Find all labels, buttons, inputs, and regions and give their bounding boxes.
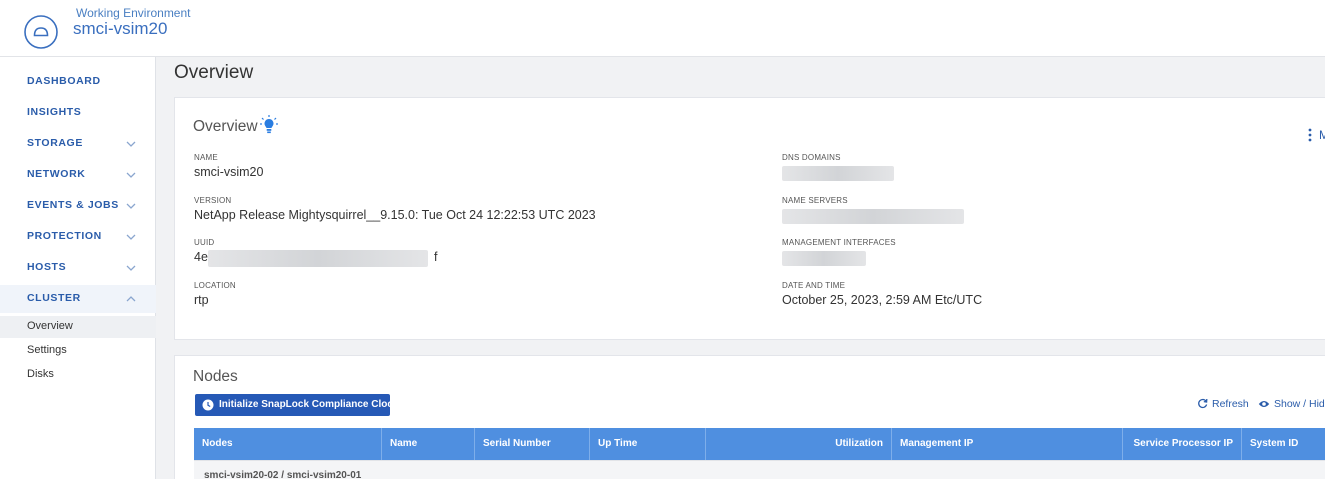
sidebar-item-insights[interactable]: INSIGHTS [0,99,156,127]
name-servers-label: NAME SERVERS [782,196,848,205]
sidebar-item-label: NETWORK [27,168,86,180]
page-title: Overview [174,62,254,83]
working-environment-label: Working Environment [76,6,191,20]
table-row[interactable]: smci-vsim20-02 / smci-vsim20-01 [194,460,1325,479]
column-header-utilization[interactable]: Utilization [706,428,892,460]
version-label: VERSION [194,196,232,205]
location-label: LOCATION [194,281,236,290]
sidebar-subitem-settings[interactable]: Settings [0,340,156,362]
refresh-button[interactable]: Refresh [1197,398,1249,410]
nodes-title: Nodes [193,368,238,385]
nodes-panel: Nodes Initialize SnapLock Compliance Clo… [174,355,1325,479]
sidebar-subitem-disks[interactable]: Disks [0,364,156,386]
chevron-down-icon [126,203,136,209]
overview-title: Overview [193,118,258,135]
name-value: smci-vsim20 [194,165,264,179]
column-header-management-ip[interactable]: Management IP [892,428,1123,460]
sidebar-item-cluster[interactable]: CLUSTER [0,285,156,313]
lightbulb-icon[interactable] [259,114,279,136]
sidebar-subitem-label: Disks [27,368,54,380]
initialize-snaplock-label: Initialize SnapLock Compliance Clock [219,399,399,410]
clock-icon [202,399,214,411]
refresh-icon [1198,398,1208,409]
node-name-cell: smci-vsim20-02 / smci-vsim20-01 [204,470,362,479]
sidebar-item-label: INSIGHTS [27,106,82,118]
column-header-up-time[interactable]: Up Time [590,428,706,460]
uuid-label: UUID [194,238,215,247]
uuid-redacted [208,250,428,267]
sidebar-subitem-overview[interactable]: Overview [0,316,156,338]
date-time-label: DATE AND TIME [782,281,846,290]
version-value: NetApp Release Mightysquirrel__9.15.0: T… [194,208,596,222]
sidebar-item-dashboard[interactable]: DASHBOARD [0,68,156,96]
working-environment-icon[interactable] [22,13,60,51]
sidebar-item-label: STORAGE [27,137,83,149]
sidebar-item-network[interactable]: NETWORK [0,161,156,189]
column-header-nodes[interactable]: Nodes [194,428,382,460]
eye-icon [1258,401,1270,407]
chevron-up-icon [126,296,136,302]
chevron-down-icon [126,172,136,178]
chevron-down-icon [126,141,136,147]
chevron-down-icon [126,265,136,271]
show-hide-button[interactable]: Show / Hide [1258,398,1325,410]
chevron-down-icon [126,234,136,240]
name-servers-redacted [782,209,964,224]
more-options-icon[interactable] [1307,128,1313,142]
sidebar-item-protection[interactable]: PROTECTION [0,223,156,251]
overview-panel: Overview M NAME smci-vsim20 VERSION NetA… [174,97,1325,340]
top-bar: Working Environment smci-vsim20 [0,0,1325,57]
column-header-system-id[interactable]: System ID [1242,428,1325,460]
sidebar-item-label: DASHBOARD [27,75,101,87]
sidebar-item-hosts[interactable]: HOSTS [0,254,156,282]
sidebar-item-storage[interactable]: STORAGE [0,130,156,158]
show-hide-label: Show / Hide [1274,398,1325,410]
column-header-name[interactable]: Name [382,428,475,460]
column-header-serial-number[interactable]: Serial Number [475,428,590,460]
sidebar: DASHBOARD INSIGHTS STORAGE NETWORK EVENT… [0,57,156,479]
management-interfaces-redacted [782,251,866,266]
date-time-value: October 25, 2023, 2:59 AM Etc/UTC [782,293,983,307]
dns-domains-label: DNS DOMAINS [782,153,841,162]
working-environment-name[interactable]: smci-vsim20 [73,19,167,39]
more-options-label[interactable]: M [1319,128,1325,142]
nodes-table-header: Nodes Name Serial Number Up Time Utiliza… [194,428,1325,460]
sidebar-item-label: EVENTS & JOBS [27,199,119,211]
uuid-value-suffix: f [434,250,438,264]
location-value: rtp [194,293,209,307]
sidebar-item-events-jobs[interactable]: EVENTS & JOBS [0,192,156,220]
column-header-service-processor-ip[interactable]: Service Processor IP [1123,428,1242,460]
sidebar-subitem-label: Overview [27,320,73,332]
initialize-snaplock-button[interactable]: Initialize SnapLock Compliance Clock [195,394,399,416]
sidebar-subitem-label: Settings [27,344,67,356]
name-label: NAME [194,153,218,162]
sidebar-item-label: PROTECTION [27,230,102,242]
refresh-label: Refresh [1212,398,1249,410]
dns-domains-redacted [782,166,894,181]
sidebar-item-label: HOSTS [27,261,67,273]
sidebar-item-label: CLUSTER [27,292,81,304]
management-interfaces-label: MANAGEMENT INTERFACES [782,238,896,247]
